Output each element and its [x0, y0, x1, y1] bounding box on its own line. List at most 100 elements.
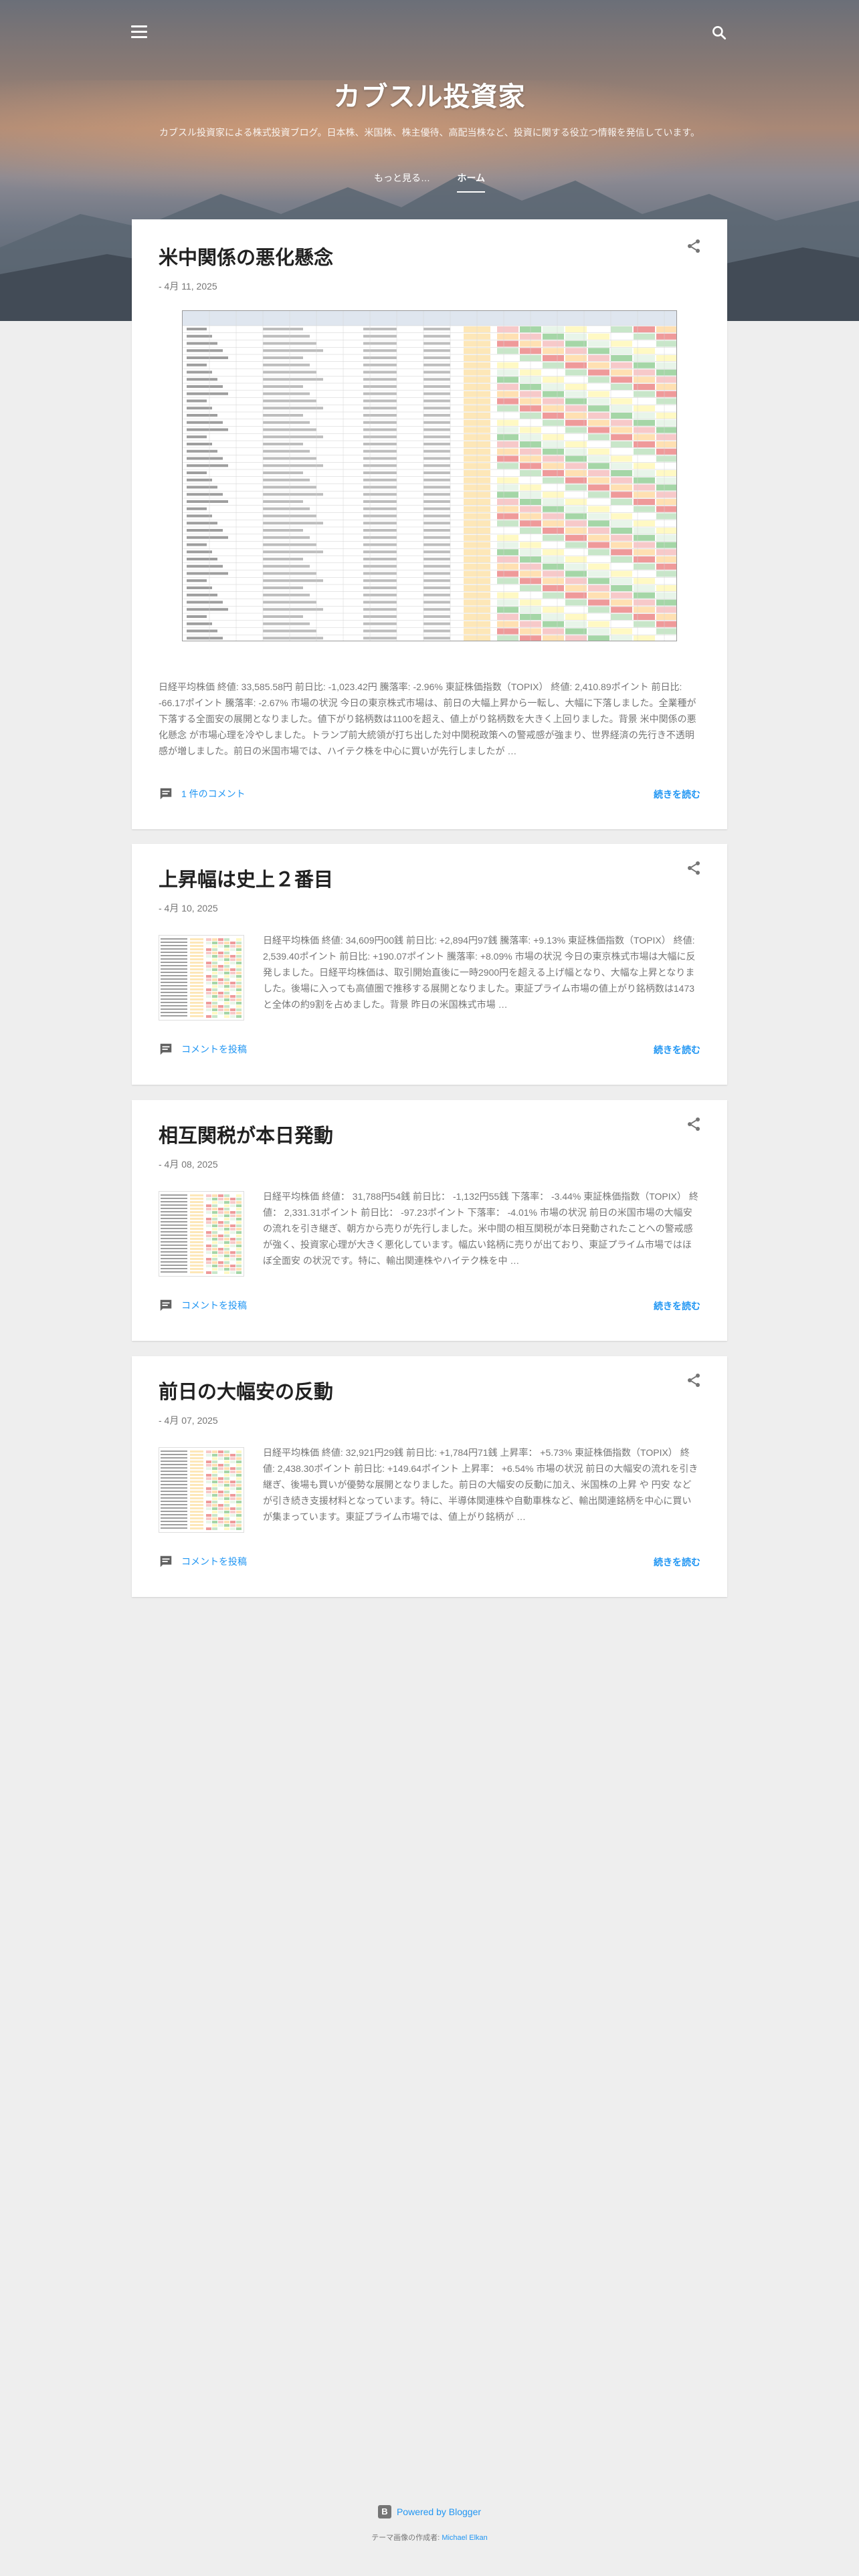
table-cell-shade: [236, 1504, 242, 1507]
blog-title[interactable]: カブスル投資家: [0, 75, 859, 114]
table-text-stroke: [187, 370, 212, 374]
table-cell-shade: [230, 1464, 235, 1467]
powered-by-blogger-link[interactable]: B Powered by Blogger: [377, 2505, 481, 2518]
table-cell-shade: [206, 948, 211, 951]
table-cell-shade: [190, 1204, 203, 1206]
table-cell-shade: [218, 1211, 223, 1214]
table-text-stroke: [187, 637, 223, 640]
share-icon[interactable]: [686, 1372, 702, 1388]
table-cell-shade: [656, 355, 676, 361]
search-icon[interactable]: [710, 24, 728, 41]
post-date[interactable]: - 4月 11, 2025: [159, 280, 217, 293]
table-cell-shade: [218, 1471, 223, 1473]
table-cell-shade: [230, 1451, 235, 1453]
post-title[interactable]: 米中関係の悪化懸念: [159, 242, 333, 270]
table-text-stroke: [161, 1214, 187, 1216]
table-cell-shade: [236, 1527, 242, 1530]
table-cell-shade: [230, 1271, 235, 1274]
table-text-stroke: [263, 586, 303, 589]
table-cell-shade: [634, 513, 655, 520]
post-title[interactable]: 前日の大幅安の反動: [159, 1376, 333, 1404]
table-cell-shade: [611, 556, 632, 562]
table-cell-shade: [206, 1251, 211, 1254]
table-cell-shade: [224, 948, 229, 951]
table-cell-shade: [497, 470, 518, 476]
table-cell-shade: [224, 1002, 229, 1004]
nav-home-tab[interactable]: ホーム: [457, 171, 486, 193]
table-cell-shade: [565, 592, 587, 599]
table-cell-shade: [656, 542, 676, 548]
table-cell-shade: [206, 1511, 211, 1513]
read-more-link[interactable]: 続きを読む: [654, 1555, 700, 1569]
table-cell-shade: [206, 955, 211, 958]
table-text-stroke: [161, 1268, 187, 1269]
post-title[interactable]: 相互関税が本日発動: [159, 1120, 333, 1148]
table-cell-shade: [236, 1015, 242, 1018]
table-cell-shade: [190, 1507, 203, 1509]
comments-link[interactable]: コメントを投稿: [159, 1554, 247, 1569]
table-cell-shade: [236, 1507, 242, 1510]
table-text-stroke: [423, 471, 450, 474]
table-cell-shade: [634, 413, 655, 419]
theme-author-link[interactable]: Michael Elkan: [442, 2534, 487, 2542]
table-cell-shade: [218, 1241, 223, 1244]
table-text-stroke: [161, 1491, 187, 1492]
table-text-stroke: [363, 457, 397, 460]
table-cell-shade: [224, 1457, 229, 1460]
table-text-stroke: [161, 1194, 187, 1196]
share-icon[interactable]: [686, 238, 702, 254]
table-cell-shade: [218, 1487, 223, 1490]
table-cell-shade: [230, 972, 235, 974]
table-cell-shade: [212, 972, 217, 974]
table-cell-shade: [611, 477, 632, 484]
table-cell-shade: [588, 528, 609, 534]
post-thumbnail[interactable]: [159, 1447, 244, 1533]
table-cell-shade: [565, 413, 587, 419]
table-cell-shade: [565, 506, 587, 512]
table-cell-shade: [212, 1507, 217, 1510]
table-cell-shade: [190, 1524, 203, 1526]
share-icon[interactable]: [686, 1116, 702, 1132]
table-cell-shade: [565, 492, 587, 498]
table-cell-shade: [218, 1501, 223, 1503]
table-cell-shade: [236, 1251, 242, 1254]
table-cell-shade: [230, 1204, 235, 1207]
table-cell-shade: [588, 614, 609, 620]
post-date[interactable]: - 4月 07, 2025: [159, 1414, 218, 1427]
table-cell-shade: [212, 1211, 217, 1214]
table-cell-shade: [224, 1218, 229, 1220]
table-cell-shade: [236, 985, 242, 988]
comments-link[interactable]: コメントを投稿: [159, 1042, 247, 1057]
table-text-stroke: [423, 579, 450, 582]
post-thumbnail[interactable]: [159, 935, 244, 1021]
table-cell-shade: [634, 534, 655, 541]
post-title[interactable]: 上昇幅は史上２番目: [159, 864, 333, 892]
table-text-stroke: [423, 414, 450, 417]
post-comment-label: コメントを投稿: [181, 1044, 247, 1055]
top-bar: [0, 0, 859, 64]
table-cell-shade: [497, 441, 518, 447]
table-cell-shade: [543, 635, 564, 641]
table-cell-shade: [206, 1258, 211, 1261]
read-more-link[interactable]: 続きを読む: [654, 1299, 700, 1313]
post-date[interactable]: - 4月 10, 2025: [159, 901, 218, 915]
table-cell-shade: [236, 1002, 242, 1004]
post-featured-image[interactable]: [182, 310, 677, 641]
hamburger-menu-icon[interactable]: [131, 25, 147, 39]
table-cell-shade: [190, 948, 203, 950]
comments-link[interactable]: 1 件のコメント: [159, 786, 246, 801]
table-cell-shade: [190, 1218, 203, 1220]
post-date[interactable]: - 4月 08, 2025: [159, 1158, 218, 1171]
nav-more-link[interactable]: もっと見る…: [374, 171, 430, 191]
table-text-stroke: [187, 478, 212, 481]
table-text-stroke: [161, 968, 187, 970]
table-cell-shade: [218, 1507, 223, 1510]
post-thumbnail[interactable]: [159, 1191, 244, 1277]
table-cell-shade: [236, 1008, 242, 1011]
read-more-link[interactable]: 続きを読む: [654, 1043, 700, 1057]
table-cell-shade: [206, 965, 211, 968]
table-text-stroke: [363, 579, 397, 582]
read-more-link[interactable]: 続きを読む: [654, 788, 700, 801]
comments-link[interactable]: コメントを投稿: [159, 1298, 247, 1313]
share-icon[interactable]: [686, 860, 702, 876]
